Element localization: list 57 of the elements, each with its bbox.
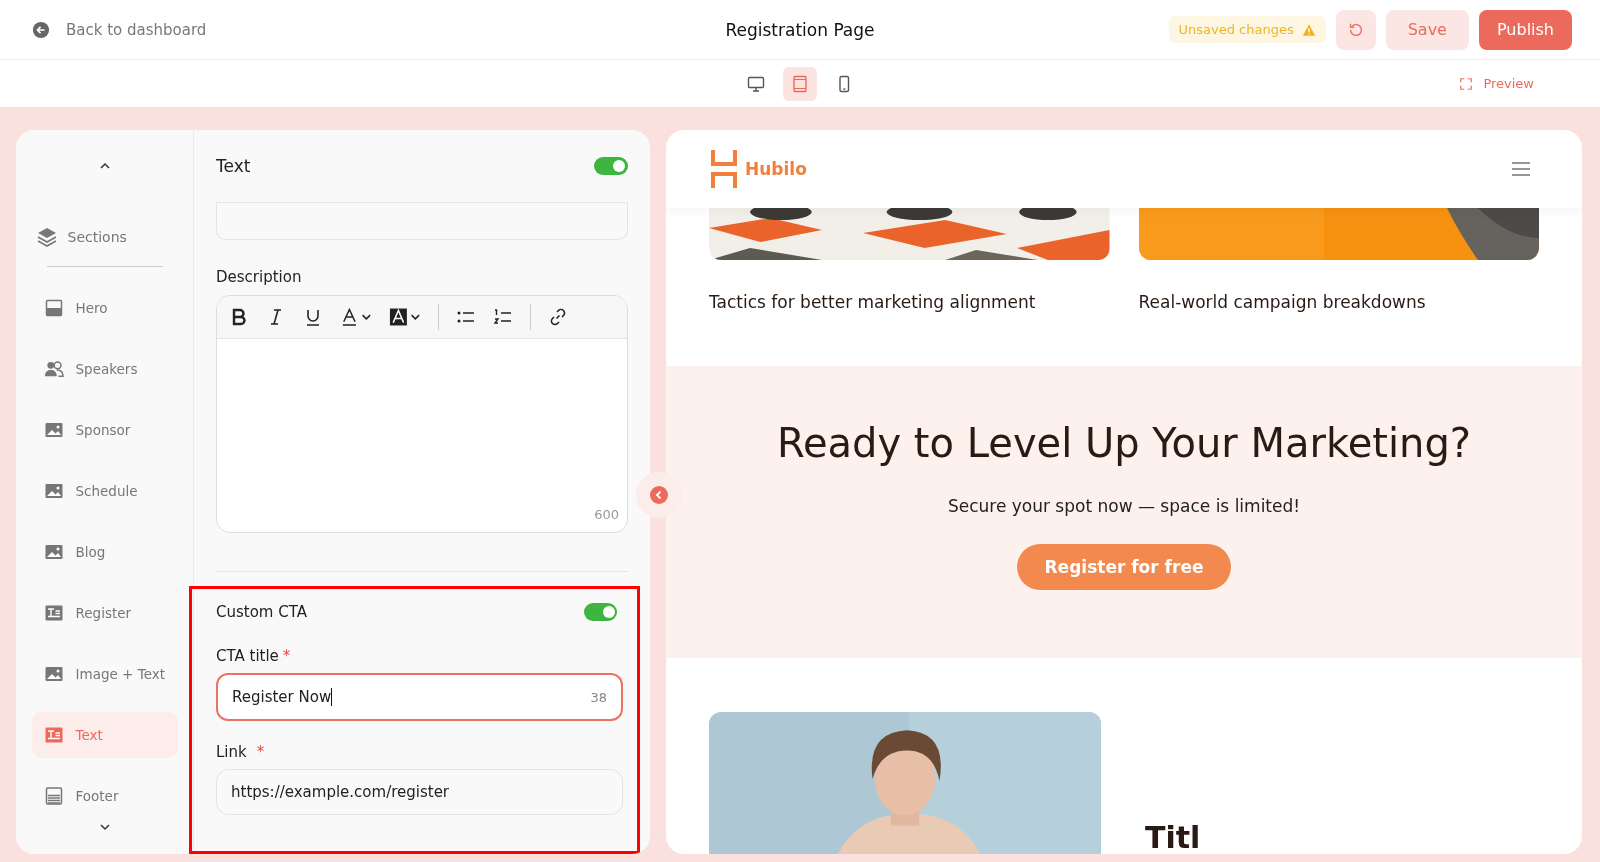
preview-link[interactable]: Preview	[1459, 76, 1534, 91]
numbered-list-icon[interactable]	[493, 307, 513, 327]
sidebar-item[interactable]: Image + Text	[31, 651, 178, 697]
layers-icon	[35, 226, 58, 248]
highlight-color-icon[interactable]	[389, 307, 421, 327]
save-button[interactable]: Save	[1385, 9, 1469, 50]
blog-title: Real-world campaign breakdowns	[1138, 292, 1427, 312]
sidebar-item[interactable]: Speakers	[31, 346, 178, 392]
custom-cta-toggle[interactable]	[584, 603, 617, 621]
cta-subtext: Secure your spot now — space is limited!	[947, 496, 1301, 516]
publish-button[interactable]: Publish	[1478, 9, 1572, 50]
image-icon	[43, 420, 64, 440]
image-icon	[43, 664, 64, 684]
image-icon	[43, 542, 64, 562]
link-field[interactable]: https://example.com/register	[216, 769, 623, 815]
sidebar-item[interactable]: Blog	[31, 529, 178, 575]
character-count: 600	[594, 507, 619, 522]
description-label: Description	[216, 268, 303, 286]
feature-heading: Titl	[1145, 821, 1201, 854]
unsaved-status-badge: Unsaved changes	[1168, 16, 1326, 43]
register-button[interactable]: Register for free	[1016, 544, 1232, 590]
cta-heading: Ready to Level Up Your Marketing?	[776, 420, 1472, 466]
footer-icon	[43, 786, 64, 806]
sidebar-item[interactable]: Register	[31, 590, 178, 636]
sidebar-item[interactable]: Hero	[31, 285, 178, 331]
chevron-left-icon	[650, 486, 668, 504]
required-mark: *	[256, 743, 265, 761]
people-icon	[43, 359, 64, 379]
device-toggle[interactable]	[783, 66, 817, 101]
blog-title: Tactics for better marketing alignment	[709, 292, 1037, 312]
page-title: Registration Page	[725, 19, 875, 40]
text-color-icon[interactable]	[340, 307, 372, 327]
text-block-icon	[43, 725, 64, 745]
link-icon[interactable]	[548, 307, 568, 327]
cta-title-field[interactable]: Register Now 38	[216, 673, 623, 721]
custom-cta-label: Custom CTA	[216, 603, 307, 621]
required-mark: *	[282, 647, 291, 665]
sections-heading: Sections	[67, 229, 127, 245]
cta-title-label: CTA title	[216, 647, 279, 665]
link-label: Link	[216, 743, 247, 761]
description-editor[interactable]: 600	[216, 295, 628, 533]
brand-name: Hubilo	[745, 159, 807, 179]
sidebar-item[interactable]: Schedule	[31, 468, 178, 514]
section-title: Text	[216, 156, 251, 176]
warning-icon	[1301, 22, 1316, 37]
logo-icon	[711, 150, 737, 188]
sidebar-item[interactable]: Sponsor	[31, 407, 178, 453]
section-toggle[interactable]	[594, 157, 628, 175]
tablet-icon	[790, 73, 810, 94]
expand-icon	[1459, 76, 1474, 91]
sidebar-item[interactable]: Footer	[31, 773, 178, 819]
image-icon	[43, 481, 64, 501]
text-block-icon	[43, 603, 64, 623]
back-link[interactable]: Back to dashboard	[32, 20, 207, 39]
undo-button[interactable]	[1335, 9, 1376, 50]
sidebar-item[interactable]: Text	[31, 712, 178, 758]
hero-block-icon	[43, 298, 64, 318]
